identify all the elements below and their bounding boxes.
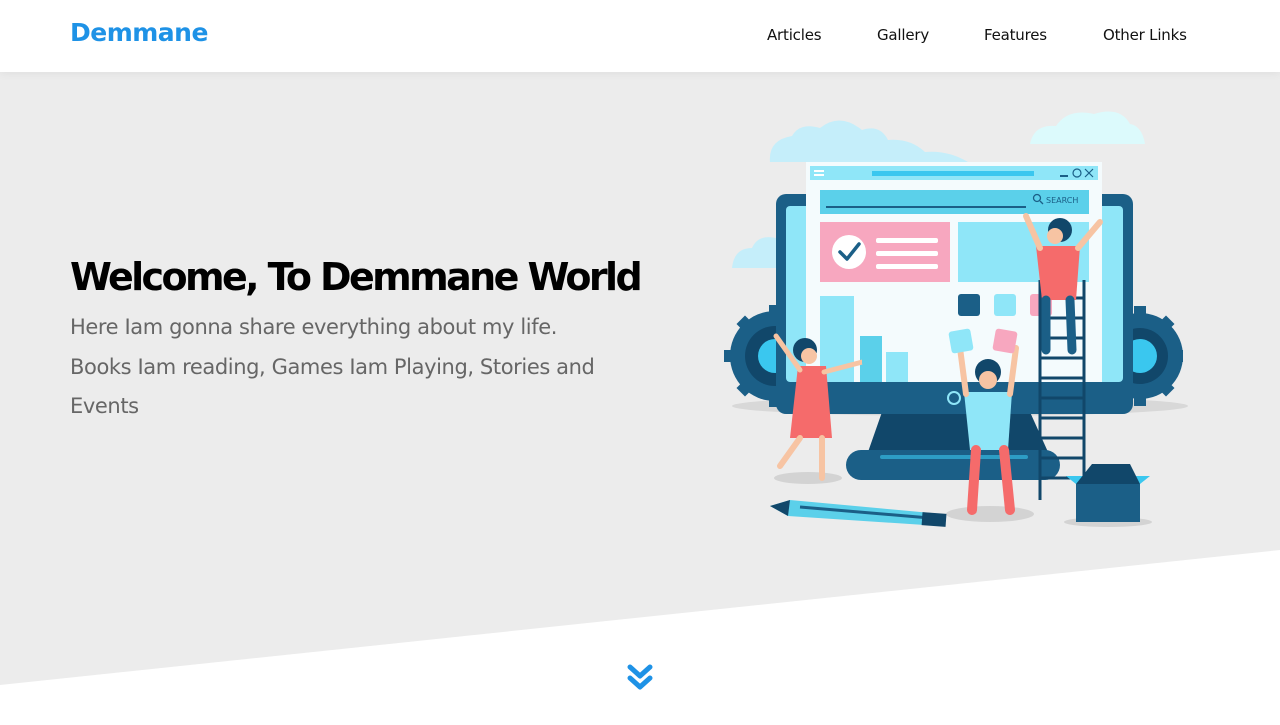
illustration-search-label: SEARCH xyxy=(1046,196,1078,205)
main-nav: Articles Gallery Features Other Links xyxy=(0,26,1280,50)
cloud-small-icon xyxy=(732,237,782,268)
nav-link-gallery[interactable]: Gallery xyxy=(877,26,929,44)
cloud-left-icon xyxy=(769,120,968,162)
double-chevron-down-icon[interactable] xyxy=(624,660,656,696)
hero-title: Welcome, To Demmane World xyxy=(70,255,643,299)
hero-illustration: SEARCH xyxy=(724,111,1188,527)
nav-link-other-links[interactable]: Other Links xyxy=(1103,26,1187,44)
box-icon xyxy=(1064,464,1152,527)
nav-link-articles[interactable]: Articles xyxy=(767,26,822,44)
cloud-right-icon xyxy=(1030,111,1145,144)
hero-description-line: Books Iam reading, Games Iam Playing, St… xyxy=(70,354,595,379)
pencil-icon xyxy=(770,500,947,527)
site-header: Demmane Articles Gallery Features Other … xyxy=(0,0,1280,72)
hero-description-line: Events xyxy=(70,394,139,418)
nav-link-features[interactable]: Features xyxy=(984,26,1047,44)
hero-description: Here Iam gonna share everything about my… xyxy=(70,308,600,427)
hero-description-line: Here Iam gonna share everything about my… xyxy=(70,315,558,339)
